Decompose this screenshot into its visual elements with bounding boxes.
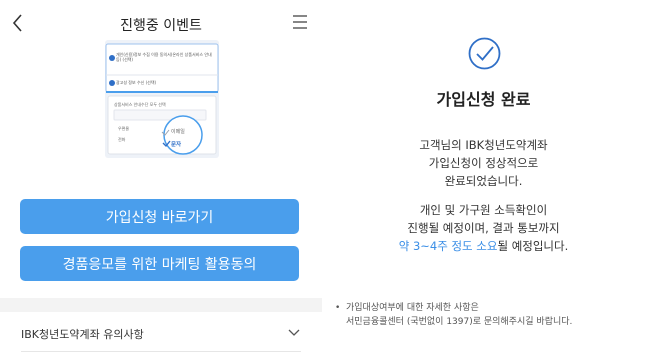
check-circle-icon bbox=[468, 37, 501, 70]
consent-illustration: 개인(신용)정보 수집 이용 동의서(온라인 상품서비스 안내 등) (선택) … bbox=[104, 40, 220, 158]
footnote-line: 가입대상여부에 대한 자세한 사항은 bbox=[346, 303, 479, 313]
notice-accordion[interactable]: IBK청년도약계좌 유의사항 bbox=[0, 312, 322, 352]
message-line: 고객님의 IBK청년도약계좌 bbox=[419, 138, 548, 152]
notice-divider bbox=[21, 351, 301, 352]
footnote: • 가입대상여부에 대한 자세한 사항은 서민금융콜센터 (국번없이 1397)… bbox=[335, 301, 572, 329]
illus-option-call: 전화 bbox=[118, 137, 126, 142]
section-divider bbox=[0, 298, 322, 312]
bullet-mark: • bbox=[335, 303, 341, 313]
completion-message: 고객님의 IBK청년도약계좌 가입신청이 정상적으로 완료되었습니다. bbox=[322, 136, 645, 190]
duration-highlight: 약 3~4주 정도 소요 bbox=[398, 239, 498, 253]
message-line: 진행될 예정이며, 결과 통보까지 bbox=[407, 221, 560, 235]
join-shortcut-button[interactable]: 가입신청 바로가기 bbox=[20, 199, 299, 234]
page-title: 진행중 이벤트 bbox=[120, 18, 202, 34]
message-line: 약 3~4주 정도 소요될 예정입니다. bbox=[322, 237, 645, 255]
chevron-down-icon bbox=[288, 329, 300, 336]
notice-label: IBK청년도약계좌 유의사항 bbox=[21, 328, 144, 341]
footnote-line: 서민금융콜센터 (국번없이 1397)로 문의해주시길 바랍니다. bbox=[346, 317, 573, 327]
message-tail: 될 예정입니다. bbox=[497, 239, 569, 253]
completion-title: 가입신청 완료 bbox=[436, 90, 531, 109]
illus-option-email: 이메일 bbox=[171, 129, 185, 135]
menu-button[interactable] bbox=[292, 14, 308, 30]
message-line: 완료되었습니다. bbox=[444, 174, 523, 188]
income-check-message: 개인 및 가구원 소득확인이 진행될 예정이며, 결과 통보까지 약 3~4주 … bbox=[322, 201, 645, 255]
event-panel: 진행중 이벤트 개인(신용)정보 수집 이용 동의서(온라인 상품서비스 안내 … bbox=[0, 0, 322, 364]
completion-panel: 가입신청 완료 고객님의 IBK청년도약계좌 가입신청이 정상적으로 완료되었습… bbox=[322, 0, 645, 364]
hamburger-icon bbox=[293, 15, 307, 29]
illus-option-mail: 우편물 bbox=[118, 126, 130, 131]
marketing-consent-button[interactable]: 경품응모를 위한 마케팅 활용동의 bbox=[20, 246, 299, 281]
illus-consent-line: 개인(신용)정보 수집 이용 동의서(온라인 상품서비스 안내 등) (선택) bbox=[116, 52, 212, 62]
illus-select-all: 상품서비스 안내수단 모두 선택 bbox=[114, 102, 166, 107]
illus-option-sms: 문자 bbox=[171, 142, 182, 148]
message-line: 가입신청이 정상적으로 bbox=[428, 156, 539, 170]
message-line: 개인 및 가구원 소득확인이 bbox=[419, 203, 548, 217]
illus-ad-line: 광고성 정보 수신 (선택) bbox=[116, 80, 157, 85]
